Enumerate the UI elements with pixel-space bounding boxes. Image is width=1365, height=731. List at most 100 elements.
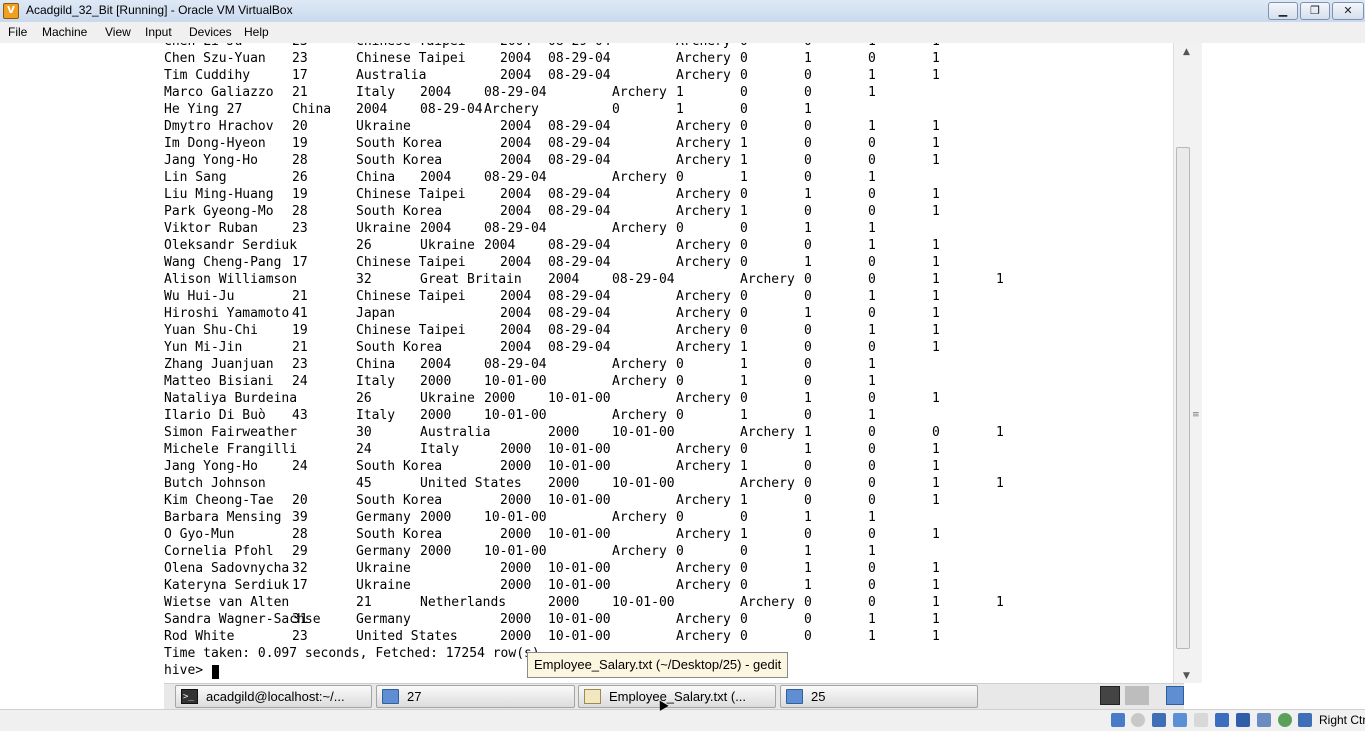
menu-devices[interactable]: Devices: [189, 25, 232, 39]
menu-help[interactable]: Help: [244, 25, 269, 39]
optical-drive-icon[interactable]: [1131, 713, 1145, 727]
terminal-cell: 1: [740, 340, 748, 355]
menu-file[interactable]: File: [8, 25, 27, 39]
terminal-cell: 2000: [420, 544, 452, 559]
task-terminal[interactable]: acadgild@localhost:~/...: [175, 685, 372, 708]
terminal-cell: Archery: [676, 43, 731, 49]
terminal-row: Viktor Ruban 23 Ukraine 2004 08-29-04 Archery…: [164, 221, 876, 238]
terminal-cell: 1: [804, 578, 812, 593]
terminal-cell: 0: [804, 612, 812, 627]
terminal-cell: Matteo Bisiani: [164, 374, 274, 389]
terminal-cell: 17: [292, 255, 308, 270]
terminal-cell: Chinese Taipei: [356, 255, 466, 270]
terminal-cell: 1: [996, 272, 1004, 287]
terminal-cell: 1: [932, 340, 940, 355]
terminal-row: Matteo Bisiani 24 Italy 2000 10-01-00 Archery…: [164, 374, 876, 391]
terminal-row: Alison Williamson 32 Great Britain 2004 08-2…: [164, 272, 1004, 289]
scroll-down-icon[interactable]: ▼: [1183, 671, 1190, 681]
guest-taskbar: acadgild@localhost:~/... 27 Employee_Sal…: [164, 683, 1184, 709]
close-button[interactable]: ✕: [1332, 2, 1364, 20]
terminal-icon: [181, 687, 198, 707]
video-capture-icon[interactable]: [1257, 713, 1271, 727]
terminal-cell: 10-01-00: [484, 544, 547, 559]
terminal-cell: 2004: [500, 255, 532, 270]
terminal-cell: Yuan Shu-Chi: [164, 323, 258, 338]
terminal-scrollbar[interactable]: ▲ ≡ ▼: [1173, 43, 1202, 683]
terminal-cell: 0: [804, 527, 812, 542]
terminal-cell: 28: [292, 204, 308, 219]
terminal-cell: 19: [292, 323, 308, 338]
terminal-row: Wietse van Alten 21 Netherlands 2000 10-01-0…: [164, 595, 1004, 612]
terminal-cell: Viktor Ruban: [164, 221, 258, 236]
terminal-row: Chen Szu-Yuan 23 Chinese Taipei 2004 08-29-0…: [164, 51, 940, 68]
hard-disk-icon[interactable]: [1111, 713, 1125, 727]
terminal-cell: Im Dong-Hyeon: [164, 136, 266, 151]
terminal-window[interactable]: Chen Li-Ju23Chinese Taipei200408-29-04Ar…: [160, 43, 1172, 725]
terminal-cell: 1: [932, 595, 940, 610]
terminal-cell: Chinese Taipei: [356, 187, 466, 202]
scrollbar-thumb[interactable]: [1176, 147, 1190, 649]
audio-icon[interactable]: [1152, 713, 1166, 727]
terminal-cell: 0: [676, 170, 684, 185]
terminal-cell: 0: [740, 391, 748, 406]
terminal-cell: Italy: [356, 374, 396, 389]
terminal-cell: 0: [740, 561, 748, 576]
terminal-cell: 0: [804, 408, 812, 423]
terminal-cell: 2000: [500, 561, 532, 576]
terminal-cell: 1: [868, 221, 876, 236]
terminal-cell: 1: [868, 374, 876, 389]
terminal-cell: 1: [740, 153, 748, 168]
usb-icon[interactable]: [1194, 713, 1208, 727]
terminal-cell: Archery: [676, 340, 731, 355]
terminal-cell: Archery: [676, 204, 731, 219]
terminal-cell: Archery: [740, 476, 795, 491]
terminal-cell: 10-01-00: [612, 595, 675, 610]
query-summary: Time taken: 0.097 seconds, Fetched: 1725…: [164, 646, 540, 661]
terminal-cell: 32: [292, 561, 308, 576]
terminal-cell: Archery: [676, 51, 731, 66]
display-icon[interactable]: [1236, 713, 1250, 727]
menu-view[interactable]: View: [105, 25, 131, 39]
network-icon[interactable]: [1173, 713, 1187, 727]
terminal-cell: 1: [740, 527, 748, 542]
terminal-cell: Wang Cheng-Pang: [164, 255, 282, 270]
show-desktop-icon[interactable]: [1166, 686, 1184, 705]
terminal-cell: Australia: [420, 425, 491, 440]
menu-machine[interactable]: Machine: [42, 25, 87, 39]
hive-prompt[interactable]: hive>: [164, 663, 540, 680]
scroll-grip-icon: ≡: [1192, 410, 1200, 420]
terminal-cell: 1: [868, 408, 876, 423]
tray-terminal-icon[interactable]: [1100, 686, 1120, 705]
terminal-cell: He Ying 27: [164, 102, 243, 117]
virtualbox-app-icon: V: [3, 3, 19, 19]
terminal-cell: 1: [868, 43, 876, 49]
shared-folders-icon[interactable]: [1215, 713, 1229, 727]
terminal-cell: Archery: [740, 272, 795, 287]
terminal-cell: 10-01-00: [548, 629, 611, 644]
terminal-cell: 1: [804, 391, 812, 406]
terminal-cell: 08-29-04: [548, 340, 611, 355]
terminal-cell: 1: [932, 68, 940, 83]
scroll-up-icon[interactable]: ▲: [1183, 47, 1190, 57]
terminal-cell: 0: [740, 306, 748, 321]
menu-input[interactable]: Input: [145, 25, 172, 39]
mouse-integration-icon[interactable]: [1298, 713, 1312, 727]
terminal-row: Butch Johnson 45 United States 2000 10-01-00…: [164, 476, 1004, 493]
terminal-cell: 28: [292, 153, 308, 168]
terminal-cell: United States: [420, 476, 522, 491]
minimize-button[interactable]: ▁: [1268, 2, 1298, 20]
terminal-cell: 20: [292, 119, 308, 134]
terminal-cell: 1: [868, 629, 876, 644]
task-folder-25[interactable]: 25: [780, 685, 978, 708]
workspace-switcher[interactable]: [1125, 686, 1149, 705]
task-folder-27[interactable]: 27: [376, 685, 575, 708]
terminal-cell: 08-29-04: [484, 85, 547, 100]
cpu-icon[interactable]: [1278, 713, 1292, 727]
terminal-cell: 08-29-04: [548, 255, 611, 270]
terminal-cell: 2000: [548, 476, 580, 491]
task-gedit[interactable]: Employee_Salary.txt (...: [578, 685, 776, 708]
maximize-button[interactable]: ❐: [1300, 2, 1330, 20]
terminal-cell: 08-29-04: [548, 136, 611, 151]
terminal-cell: 0: [740, 612, 748, 627]
terminal-cell: 23: [292, 51, 308, 66]
